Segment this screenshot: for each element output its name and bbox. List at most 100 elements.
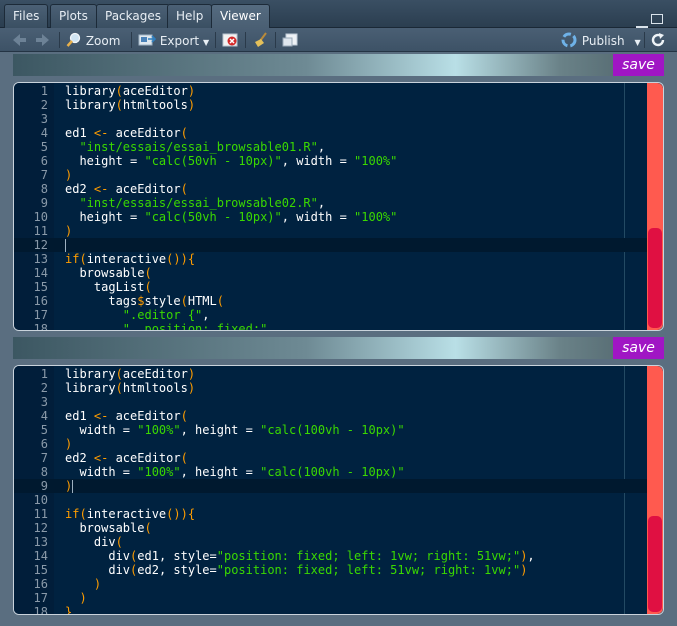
code-editor-2[interactable]: 1 library(aceEditor) 2 library(htmltools) 3 4… [13,365,664,615]
code-text [65,238,66,252]
code-text: ".editor {", [122,308,210,322]
code-line[interactable]: 4 ed1 <- aceEditor( [14,126,663,140]
code-line[interactable]: 9 "inst/essais/essai_browsable02.R", [14,196,663,210]
code-line[interactable]: 4 ed1 <- aceEditor( [14,409,663,423]
back-arrow-icon[interactable] [10,32,28,48]
code-line[interactable]: 9) [14,479,663,493]
maximize-icon[interactable] [651,14,663,24]
code-text: width = "100%", height = "calc(100vh - 1… [65,465,405,479]
code-line[interactable]: 12 browsable( [14,521,663,535]
line-number: 1 [40,84,48,98]
code-line[interactable]: 15 tagList( [14,280,663,294]
code-text: browsable( [65,266,152,280]
code-line[interactable]: 17 ".editor {", [14,308,663,322]
text-cursor [65,239,66,252]
code-line[interactable]: 13 div( [14,535,663,549]
code-line[interactable]: 7 ed2 <- aceEditor( [14,451,663,465]
code-line[interactable]: 8 ed2 <- aceEditor( [14,182,663,196]
code-line[interactable]: 3 [14,395,663,409]
code-text: library(htmltools) [65,98,196,112]
code-line[interactable]: 7) [14,168,663,182]
code-line[interactable]: 8 width = "100%", height = "calc(100vh -… [14,465,663,479]
code-line[interactable]: 10 height = "calc(50vh - 10px)", width =… [14,210,663,224]
code-line[interactable]: 3 [14,112,663,126]
zoom-button[interactable]: Zoom [66,32,120,48]
scrollbar-thumb[interactable] [648,516,662,612]
zoom-icon [66,32,81,47]
clear-viewer-button[interactable] [222,32,240,48]
editor-1-lines: 1 library(aceEditor) 2 library(htmltools) 3 4… [14,84,663,331]
text-cursor [72,480,74,493]
code-line[interactable]: 2 library(htmltools) [14,98,663,112]
code-line[interactable]: 1 library(aceEditor) [14,367,663,381]
line-number: 10 [33,493,48,507]
code-line[interactable]: 12 [14,238,663,252]
code-editor-1[interactable]: 1 library(aceEditor) 2 library(htmltools) 3 4… [13,82,664,331]
tab-packages[interactable]: Packages [96,4,170,28]
editor-2-scrollbar[interactable] [647,366,663,614]
code-line[interactable]: 16 ) [14,577,663,591]
code-line[interactable]: 5 width = "100%", height = "calc(100vh -… [14,423,663,437]
save-button[interactable]: save [613,337,664,359]
editor-1-header: save [13,54,664,76]
code-text: ed2 <- aceEditor( [65,451,188,465]
line-number: 12 [33,521,48,535]
chevron-down-icon: ▼ [634,38,641,47]
editor-2-header: save [13,337,664,359]
editor-1-scrollbar[interactable] [647,83,663,330]
code-text: height = "calc(50vh - 10px)", width = "1… [65,210,398,224]
code-line[interactable]: 1 library(aceEditor) [14,84,663,98]
code-text: ed1 <- aceEditor( [65,409,188,423]
code-line[interactable]: 5 "inst/essais/essai_browsable01.R", [14,140,663,154]
refresh-button[interactable] [650,32,666,48]
line-number: 14 [33,266,48,280]
code-text: library(htmltools) [65,381,196,395]
code-text: tags$style(HTML( [65,294,224,308]
code-line[interactable]: 18 " position: fixed;", [14,322,663,331]
line-number: 6 [40,154,48,168]
code-line[interactable]: 13 if(interactive()){ [14,252,663,266]
window-controls [633,9,663,28]
line-number: 16 [33,294,48,308]
line-number: 13 [33,535,48,549]
scrollbar-thumb[interactable] [648,228,662,328]
code-text: browsable( [65,521,152,535]
code-line[interactable]: 14 browsable( [14,266,663,280]
forward-arrow-icon[interactable] [34,32,52,48]
tab-help[interactable]: Help [167,4,213,28]
broom-icon [255,32,267,47]
popout-button[interactable] [282,32,300,48]
line-number: 2 [40,381,48,395]
code-text: width = "100%", height = "calc(100vh - 1… [65,423,405,437]
clear-icon [222,33,238,47]
viewer-toolbar: Zoom Export ▼ Publish ▼ [0,28,677,52]
code-line[interactable]: 11) [14,224,663,238]
line-number: 8 [40,182,48,196]
code-line[interactable]: 2 library(htmltools) [14,381,663,395]
code-text: div(ed2, style="position: fixed; left: 5… [65,563,528,577]
code-text: if(interactive()){ [65,252,196,266]
code-text: ) [65,224,73,238]
code-line[interactable]: 11 if(interactive()){ [14,507,663,521]
tab-viewer[interactable]: Viewer [211,4,270,28]
code-line[interactable]: 6 height = "calc(50vh - 10px)", width = … [14,154,663,168]
code-line[interactable]: 15 div(ed2, style="position: fixed; left… [14,563,663,577]
export-menu[interactable]: Export ▼ [138,32,209,48]
code-text: ed2 <- aceEditor( [65,182,188,196]
code-line[interactable]: 17 ) [14,591,663,605]
clear-all-button[interactable] [252,32,270,48]
code-text: } [65,605,73,615]
code-line[interactable]: 16 tags$style(HTML( [14,294,663,308]
code-line[interactable]: 10 [14,493,663,507]
code-line[interactable]: 14 div(ed1, style="position: fixed; left… [14,549,663,563]
publish-menu[interactable]: Publish ▼ [560,32,641,48]
save-button[interactable]: save [613,54,664,76]
code-line[interactable]: 6) [14,437,663,451]
code-line[interactable]: 18} [14,605,663,615]
code-text: height = "calc(50vh - 10px)", width = "1… [65,154,398,168]
tab-plots[interactable]: Plots [50,4,97,28]
tab-files[interactable]: Files [4,4,49,28]
code-text: ) [93,577,102,591]
code-text: " position: fixed;", [122,322,275,331]
code-text: ) [65,437,73,451]
